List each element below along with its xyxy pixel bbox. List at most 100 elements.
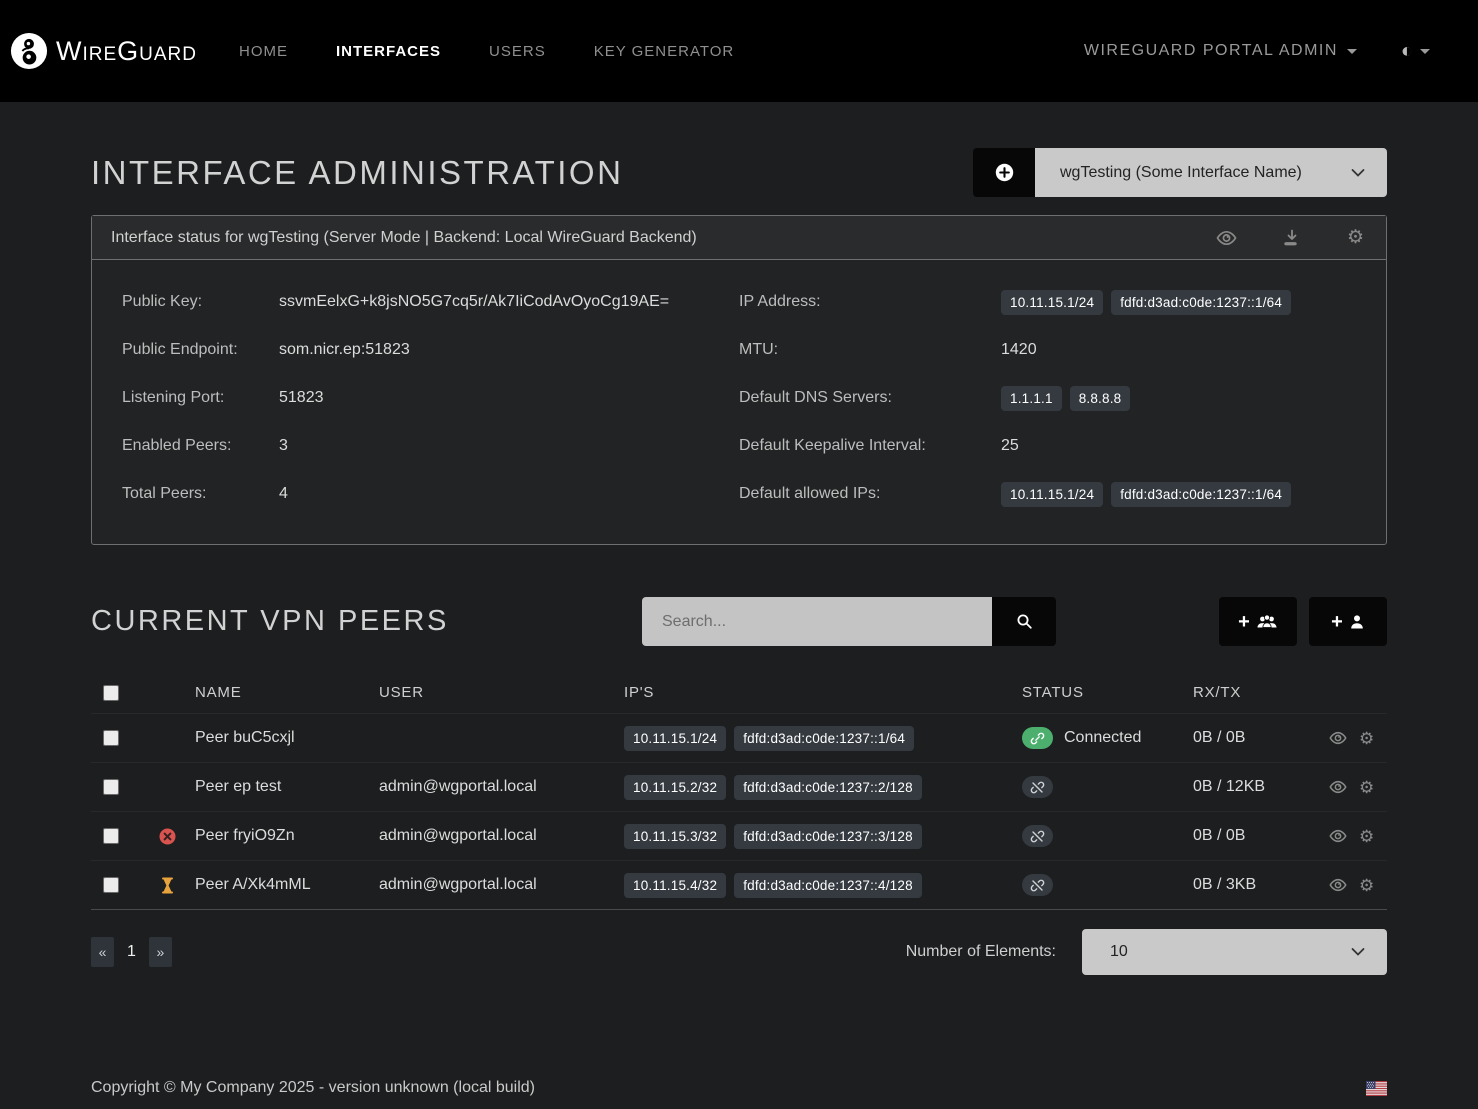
plus-icon: + <box>1238 612 1250 632</box>
peer-expiring-hourglass-icon <box>161 877 174 894</box>
view-peer-button[interactable] <box>1329 780 1347 794</box>
chevron-down-icon <box>1347 49 1357 54</box>
download-config-button[interactable] <box>1283 229 1301 247</box>
connected-status-badge <box>1022 727 1053 749</box>
interface-selector-group: wgTesting (Some Interface Name) <box>973 148 1387 197</box>
view-peer-button[interactable] <box>1329 878 1347 892</box>
gear-icon: ⚙ <box>1359 877 1374 894</box>
chevron-down-icon <box>1420 49 1430 54</box>
peer-user: admin@wgportal.local <box>379 778 624 796</box>
eye-icon <box>1329 878 1347 892</box>
plus-icon: + <box>1331 612 1343 632</box>
peer-ip4-badge: 10.11.15.4/32 <box>624 873 726 898</box>
peer-checkbox[interactable] <box>103 730 119 746</box>
wireguard-logo-icon <box>10 32 48 70</box>
gear-icon: ⚙ <box>1359 779 1374 796</box>
link-slash-icon <box>1030 829 1045 844</box>
peer-user: admin@wgportal.local <box>379 876 624 894</box>
eye-icon <box>1216 230 1237 246</box>
detail-dns-servers: Default DNS Servers: 1.1.1.1 8.8.8.8 <box>739 374 1356 422</box>
eye-icon <box>1329 780 1347 794</box>
column-ips: IP'S <box>624 684 1022 701</box>
nav-link-users[interactable]: USERS <box>489 43 546 60</box>
detail-keepalive: Default Keepalive Interval: 25 <box>739 422 1356 470</box>
status-label: Connected <box>1064 729 1141 747</box>
peer-row: Peer buC5cxjl 10.11.15.1/24 fdfd:d3ad:c0… <box>91 713 1387 762</box>
detail-enabled-peers: Enabled Peers: 3 <box>122 422 739 470</box>
detail-listening-port: Listening Port: 51823 <box>122 374 739 422</box>
peer-ip4-badge: 10.11.15.2/32 <box>624 775 726 800</box>
peer-settings-button[interactable]: ⚙ <box>1359 828 1374 845</box>
peer-ip6-badge: fdfd:d3ad:c0de:1237::2/128 <box>734 775 922 800</box>
column-name: NAME <box>195 684 379 701</box>
page-size-select[interactable]: 10 <box>1082 929 1387 975</box>
nav-link-home[interactable]: HOME <box>239 43 288 60</box>
footer: Copyright © My Company 2025 - version un… <box>0 1079 1478 1109</box>
pagination-next-button[interactable]: » <box>149 937 172 967</box>
interface-card-header: Interface status for wgTesting (Server M… <box>92 216 1386 260</box>
ip-badge: 10.11.15.1/24 <box>1001 290 1103 315</box>
ip-badge: fdfd:d3ad:c0de:1237::1/64 <box>1111 482 1291 507</box>
view-peer-button[interactable] <box>1329 829 1347 843</box>
download-icon <box>1283 229 1301 247</box>
user-menu-label: WIREGUARD PORTAL ADMIN <box>1084 42 1338 60</box>
peer-settings-button[interactable]: ⚙ <box>1359 877 1374 894</box>
peer-row: Peer ep test admin@wgportal.local 10.11.… <box>91 762 1387 811</box>
interface-details-left: Public Key: ssvmEelxG+k8jsNO5G7cq5r/Ak7I… <box>122 278 739 518</box>
view-peer-button[interactable] <box>1329 731 1347 745</box>
people-group-icon <box>1256 614 1278 630</box>
peer-settings-button[interactable]: ⚙ <box>1359 730 1374 747</box>
peer-settings-button[interactable]: ⚙ <box>1359 779 1374 796</box>
pagination-current-page: 1 <box>121 943 142 961</box>
detail-mtu: MTU: 1420 <box>739 326 1356 374</box>
peer-ip4-badge: 10.11.15.3/32 <box>624 824 726 849</box>
interface-settings-button[interactable]: ⚙ <box>1347 228 1364 247</box>
theme-toggle-dropdown[interactable]: ◐ <box>1401 41 1430 61</box>
search-input[interactable] <box>642 597 992 646</box>
nav-link-key-generator[interactable]: KEY GENERATOR <box>594 43 735 60</box>
peer-name: Peer A/Xk4mML <box>195 876 379 894</box>
peer-row: Peer A/Xk4mML admin@wgportal.local 10.11… <box>91 860 1387 909</box>
peer-row: Peer fryiO9Zn admin@wgportal.local 10.11… <box>91 811 1387 860</box>
brand[interactable]: WireGuard <box>10 32 197 70</box>
detail-allowed-ips: Default allowed IPs: 10.11.15.1/24 fdfd:… <box>739 470 1356 518</box>
peer-checkbox[interactable] <box>103 779 119 795</box>
peer-name: Peer fryiO9Zn <box>195 827 379 845</box>
search-button[interactable] <box>992 597 1056 646</box>
person-icon <box>1349 614 1365 630</box>
detail-ip-address: IP Address: 10.11.15.1/24 fdfd:d3ad:c0de… <box>739 278 1356 326</box>
language-us-flag-icon[interactable] <box>1366 1081 1387 1096</box>
link-icon <box>1030 731 1045 746</box>
peer-rxtx: 0B / 0B <box>1193 827 1329 845</box>
page-size-group: Number of Elements: 10 <box>906 929 1387 975</box>
peer-checkbox[interactable] <box>103 877 119 893</box>
page-title: INTERFACE ADMINISTRATION <box>91 154 623 192</box>
user-menu-dropdown[interactable]: WIREGUARD PORTAL ADMIN <box>1084 42 1357 60</box>
interface-details-right: IP Address: 10.11.15.1/24 fdfd:d3ad:c0de… <box>739 278 1356 518</box>
search-group <box>642 597 1056 646</box>
add-interface-button[interactable] <box>973 148 1035 197</box>
gear-icon: ⚙ <box>1347 228 1364 247</box>
pagination-prev-button[interactable]: « <box>91 937 114 967</box>
copyright-text: Copyright © My Company 2025 - version un… <box>91 1079 535 1097</box>
nav-right: WIREGUARD PORTAL ADMIN ◐ <box>1084 41 1430 61</box>
interface-select[interactable]: wgTesting (Some Interface Name) <box>1035 148 1387 197</box>
nav-link-interfaces[interactable]: INTERFACES <box>336 43 441 60</box>
ip-badge: fdfd:d3ad:c0de:1237::1/64 <box>1111 290 1291 315</box>
view-config-button[interactable] <box>1216 230 1237 246</box>
interface-card-title: Interface status for wgTesting (Server M… <box>111 229 697 247</box>
nav-links: HOME INTERFACES USERS KEY GENERATOR <box>239 43 734 60</box>
peers-section-title: CURRENT VPN PEERS <box>91 605 642 638</box>
peer-rxtx: 0B / 3KB <box>1193 876 1329 894</box>
gear-icon: ⚙ <box>1359 730 1374 747</box>
search-icon <box>1016 613 1033 630</box>
peer-name: Peer ep test <box>195 778 379 796</box>
add-peer-button[interactable]: + <box>1309 597 1387 646</box>
add-multiple-peers-button[interactable]: + <box>1219 597 1297 646</box>
select-all-checkbox[interactable] <box>103 685 119 701</box>
circle-half-theme-icon: ◐ <box>1401 41 1413 61</box>
peer-checkbox[interactable] <box>103 828 119 844</box>
disconnected-status-badge <box>1022 874 1053 896</box>
ip-badge: 10.11.15.1/24 <box>1001 482 1103 507</box>
interface-status-card: Interface status for wgTesting (Server M… <box>91 215 1387 545</box>
